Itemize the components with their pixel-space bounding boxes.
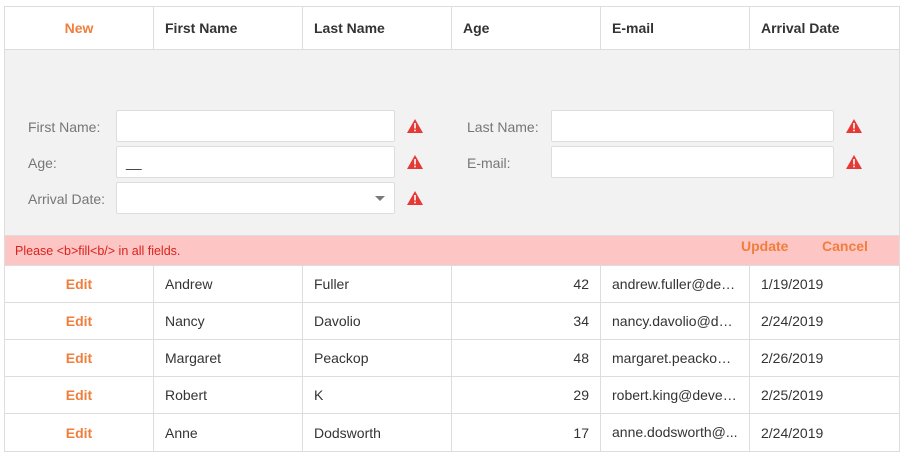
warning-triangle-icon: [407, 191, 423, 205]
edit-button[interactable]: Edit: [66, 425, 92, 441]
last-name-label: Last Name:: [467, 119, 539, 135]
cancel-button[interactable]: Cancel: [822, 238, 868, 254]
command-column-header: New: [5, 7, 153, 49]
table-row: Edit Nancy Davolio 34 nancy.davolio@de..…: [5, 303, 899, 340]
header-email[interactable]: E-mail: [600, 7, 749, 49]
cell-last-name: Davolio: [302, 303, 451, 339]
cell-last-name: Fuller: [302, 266, 451, 302]
header-arrival-date[interactable]: Arrival Date: [749, 7, 899, 49]
first-name-label: First Name:: [28, 119, 101, 135]
edit-form: First Name: Last Name: Age: __ E-mail: A…: [5, 50, 899, 254]
table-row: Edit Robert K 29 robert.king@devex... 2/…: [5, 377, 899, 414]
cell-first-name: Andrew: [153, 266, 302, 302]
cell-age: 34: [451, 303, 600, 339]
arrival-date-label: Arrival Date:: [28, 191, 106, 207]
data-grid: New First Name Last Name Age E-mail Arri…: [4, 6, 900, 452]
last-name-input[interactable]: [551, 110, 834, 142]
table-row: Edit Andrew Fuller 42 andrew.fuller@dev.…: [5, 266, 899, 303]
cell-last-name: Dodsworth: [302, 414, 451, 451]
warning-triangle-icon: [846, 155, 862, 169]
cell-arrival-date: 2/24/2019: [749, 414, 899, 451]
update-button[interactable]: Update: [741, 238, 788, 254]
edit-button[interactable]: Edit: [66, 387, 92, 403]
cell-first-name: Anne: [153, 414, 302, 451]
arrival-date-dropdown[interactable]: [116, 182, 395, 214]
warning-triangle-icon: [846, 119, 862, 133]
warning-triangle-icon: [407, 155, 423, 169]
header-first-name[interactable]: First Name: [153, 7, 302, 49]
cell-email: anne.dodsworth@...: [600, 414, 749, 451]
grid-header: New First Name Last Name Age E-mail Arri…: [5, 7, 899, 50]
cell-arrival-date: 2/24/2019: [749, 303, 899, 339]
cell-arrival-date: 1/19/2019: [749, 266, 899, 302]
age-label: Age:: [28, 155, 57, 171]
table-row: Edit Margaret Peackop 48 margaret.peacko…: [5, 340, 899, 377]
cell-last-name: Peackop: [302, 340, 451, 376]
cell-first-name: Margaret: [153, 340, 302, 376]
email-label: E-mail:: [467, 155, 511, 171]
cell-email: andrew.fuller@dev...: [600, 266, 749, 302]
cell-arrival-date: 2/25/2019: [749, 377, 899, 413]
edit-button[interactable]: Edit: [66, 350, 92, 366]
cell-arrival-date: 2/26/2019: [749, 340, 899, 376]
first-name-input[interactable]: [116, 110, 395, 142]
chevron-down-icon[interactable]: [375, 196, 385, 201]
new-button[interactable]: New: [65, 20, 94, 36]
edit-button[interactable]: Edit: [66, 313, 92, 329]
cell-age: 29: [451, 377, 600, 413]
email-input[interactable]: [551, 146, 834, 178]
cell-age: 17: [451, 414, 600, 451]
cell-email: robert.king@devex...: [600, 377, 749, 413]
grid-body: Edit Andrew Fuller 42 andrew.fuller@dev.…: [5, 266, 899, 451]
cell-age: 48: [451, 340, 600, 376]
cell-age: 42: [451, 266, 600, 302]
edit-button[interactable]: Edit: [66, 276, 92, 292]
header-age[interactable]: Age: [451, 7, 600, 49]
cell-first-name: Nancy: [153, 303, 302, 339]
header-last-name[interactable]: Last Name: [302, 7, 451, 49]
cell-first-name: Robert: [153, 377, 302, 413]
cell-email: nancy.davolio@de...: [600, 303, 749, 339]
cell-last-name: K: [302, 377, 451, 413]
cell-email: margaret.peackop....: [600, 340, 749, 376]
table-row: Edit Anne Dodsworth 17 anne.dodsworth@..…: [5, 414, 899, 451]
warning-triangle-icon: [407, 119, 423, 133]
age-input[interactable]: __: [116, 146, 395, 178]
